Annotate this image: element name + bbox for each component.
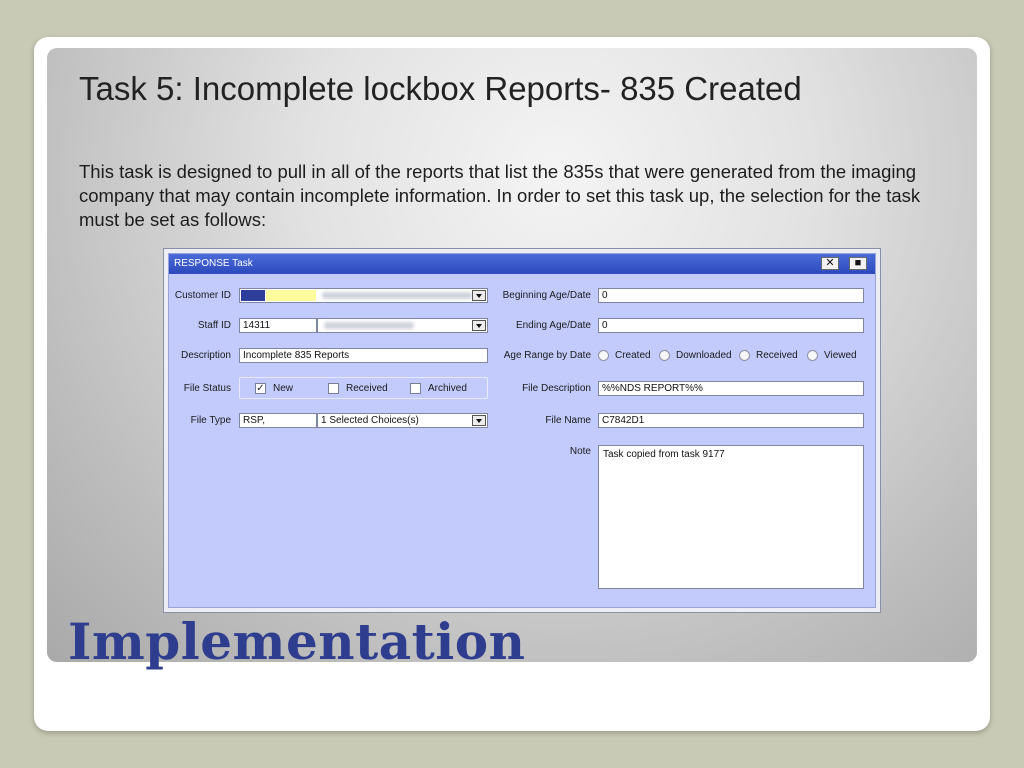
note-label: Note xyxy=(569,446,591,457)
customer-id-field[interactable] xyxy=(239,288,488,303)
age-range-downloaded-label: Downloaded xyxy=(676,350,732,361)
file-status-received-label: Received xyxy=(346,383,388,394)
file-type-field[interactable]: RSP, xyxy=(239,413,317,428)
customer-id-highlight xyxy=(266,290,316,301)
age-range-viewed-label: Viewed xyxy=(824,350,857,361)
file-status-label: File Status xyxy=(183,383,231,394)
customer-id-selection xyxy=(241,290,265,301)
age-range-received-radio[interactable] xyxy=(739,350,750,361)
file-name-label: File Name xyxy=(545,415,591,426)
file-status-archived-checkbox[interactable] xyxy=(410,383,421,394)
file-name-field[interactable]: C7842D1 xyxy=(598,413,864,428)
implementation-title: Implementation xyxy=(68,612,526,671)
age-range-viewed-radio[interactable] xyxy=(807,350,818,361)
customer-id-label: Customer ID xyxy=(174,290,231,301)
file-status-new-checkbox[interactable]: ✓ xyxy=(255,383,266,394)
slide-body: This task is designed to pull in all of … xyxy=(79,161,921,230)
description-label: Description xyxy=(180,350,231,361)
staff-name-field[interactable] xyxy=(317,318,488,333)
file-status-new-label: New xyxy=(273,383,294,394)
file-description-field[interactable]: %%NDS REPORT%% xyxy=(598,381,864,396)
close-icon: ✕ xyxy=(825,257,835,269)
slide-title: Task 5: Incomplete lockbox Reports- 835 … xyxy=(79,70,802,107)
file-description-label: File Description xyxy=(522,383,591,394)
response-task-window: RESPONSE Task ✕ ■ Customer ID Staff ID 1… xyxy=(163,248,881,613)
beginning-age-label: Beginning Age/Date xyxy=(502,290,591,301)
staff-dropdown-icon[interactable] xyxy=(472,320,486,331)
customer-name-redacted xyxy=(322,292,472,299)
staff-id-label: Staff ID xyxy=(197,320,231,331)
file-type-dropdown-icon[interactable] xyxy=(472,415,486,426)
file-type-label: File Type xyxy=(190,415,231,426)
age-range-received-label: Received xyxy=(756,350,798,361)
ending-age-field[interactable]: 0 xyxy=(598,318,864,333)
staff-name-redacted xyxy=(324,322,414,329)
save-icon: ■ xyxy=(854,257,862,269)
window-body: RESPONSE Task ✕ ■ Customer ID Staff ID 1… xyxy=(168,253,876,608)
window-titlebar: RESPONSE Task ✕ ■ xyxy=(169,254,875,274)
note-textarea[interactable]: Task copied from task 9177 xyxy=(598,445,864,589)
window-title: RESPONSE Task xyxy=(174,258,253,269)
close-button[interactable]: ✕ xyxy=(821,257,839,270)
ending-age-label: Ending Age/Date xyxy=(515,320,591,331)
beginning-age-field[interactable]: 0 xyxy=(598,288,864,303)
staff-id-field[interactable]: 14311 xyxy=(239,318,317,333)
age-range-created-label: Created xyxy=(615,350,651,361)
file-status-received-checkbox[interactable] xyxy=(328,383,339,394)
file-type-choices-field[interactable]: 1 Selected Choices(s) xyxy=(317,413,488,428)
customer-id-dropdown-icon[interactable] xyxy=(472,290,486,301)
save-button[interactable]: ■ xyxy=(849,257,867,270)
age-range-downloaded-radio[interactable] xyxy=(659,350,670,361)
age-range-created-radio[interactable] xyxy=(598,350,609,361)
description-field[interactable]: Incomplete 835 Reports xyxy=(239,348,488,363)
age-range-label: Age Range by Date xyxy=(503,350,591,361)
file-status-archived-label: Archived xyxy=(428,383,467,394)
